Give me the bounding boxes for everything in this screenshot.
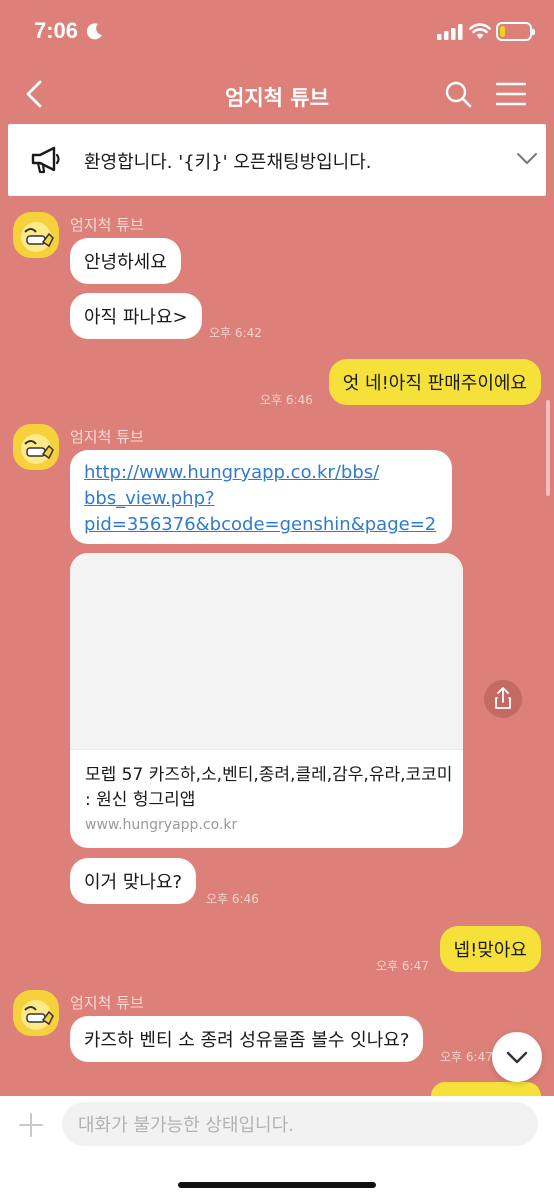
- search-icon[interactable]: [444, 80, 472, 108]
- my-message-bubble-partial: [431, 1082, 541, 1096]
- avatar[interactable]: [13, 212, 59, 258]
- thumbs-up-character-icon: [21, 434, 54, 464]
- status-time: 7:06: [34, 18, 79, 43]
- sender-name: 엄지척 튜브: [70, 428, 144, 446]
- thumbs-up-character-icon: [21, 1000, 54, 1030]
- notice-text: 환영합니다. '{키}' 오픈채팅방입니다.: [84, 152, 372, 173]
- preview-image: [70, 553, 463, 750]
- megaphone-icon: [31, 146, 60, 174]
- share-icon: [495, 687, 511, 709]
- message-bubble[interactable]: 카즈하 벤티 소 종려 성유물좀 볼수 잇나요?: [70, 1016, 424, 1062]
- notice-banner[interactable]: 환영합니다. '{키}' 오픈채팅방입니다.: [8, 124, 546, 196]
- message-time: 오후 6:42: [209, 326, 262, 340]
- message-time: 오후 6:47: [440, 1050, 493, 1064]
- home-indicator: [178, 1182, 376, 1188]
- chevron-down-icon: [506, 1051, 528, 1064]
- thumbs-up-character-icon: [21, 222, 54, 252]
- avatar[interactable]: [13, 990, 59, 1036]
- my-message-bubble[interactable]: 넵!맞아요: [439, 926, 541, 972]
- message-time: 오후 6:47: [376, 959, 429, 973]
- link-message-bubble: http://www.hungryapp.co.kr/bbs/ bbs_view…: [70, 450, 452, 544]
- link-text-line[interactable]: bbs_view.php?: [84, 486, 438, 512]
- message-bubble[interactable]: 이거 맞나요?: [70, 858, 197, 904]
- status-bar: 7:06: [0, 0, 554, 64]
- preview-title: 모렙 57 카즈하,소,벤티,종려,클레,감우,유라,코코미 : 원신 헝그리앱: [85, 765, 453, 810]
- message-bubble[interactable]: 안녕하세요: [70, 238, 181, 284]
- avatar[interactable]: [13, 424, 59, 470]
- message-time: 오후 6:46: [206, 892, 259, 906]
- link-text-line[interactable]: pid=356376&bcode=genshin&page=2: [84, 512, 438, 538]
- message-time: 오후 6:46: [260, 393, 313, 407]
- plus-icon[interactable]: [18, 1112, 44, 1138]
- wifi-icon: [469, 23, 491, 39]
- message-input[interactable]: 대화가 불가능한 상태입니다.: [62, 1102, 538, 1146]
- chat-header: 엄지척 튜브: [0, 64, 554, 124]
- link-preview-card[interactable]: 모렙 57 카즈하,소,벤티,종려,클레,감우,유라,코코미 : 원신 헝그리앱…: [70, 553, 463, 848]
- battery-level: [500, 26, 506, 37]
- link-text-line[interactable]: http://www.hungryapp.co.kr/bbs/: [84, 460, 438, 486]
- scroll-to-bottom-button[interactable]: [492, 1032, 542, 1082]
- menu-icon[interactable]: [496, 82, 526, 106]
- sender-name: 엄지척 튜브: [70, 994, 144, 1012]
- share-button[interactable]: [484, 680, 522, 718]
- input-bar: 대화가 불가능한 상태입니다.: [0, 1096, 554, 1200]
- preview-domain: www.hungryapp.co.kr: [85, 817, 238, 833]
- moon-icon: [86, 23, 102, 40]
- my-message-bubble[interactable]: 엇 네!아직 판매주이에요: [328, 359, 541, 405]
- scrollbar[interactable]: [546, 400, 550, 496]
- chevron-down-icon[interactable]: [516, 152, 538, 166]
- message-bubble[interactable]: 아직 파나요>: [70, 293, 202, 339]
- sender-name: 엄지척 튜브: [70, 216, 144, 234]
- cellular-signal-icon: [437, 24, 463, 40]
- battery-icon: [496, 22, 535, 41]
